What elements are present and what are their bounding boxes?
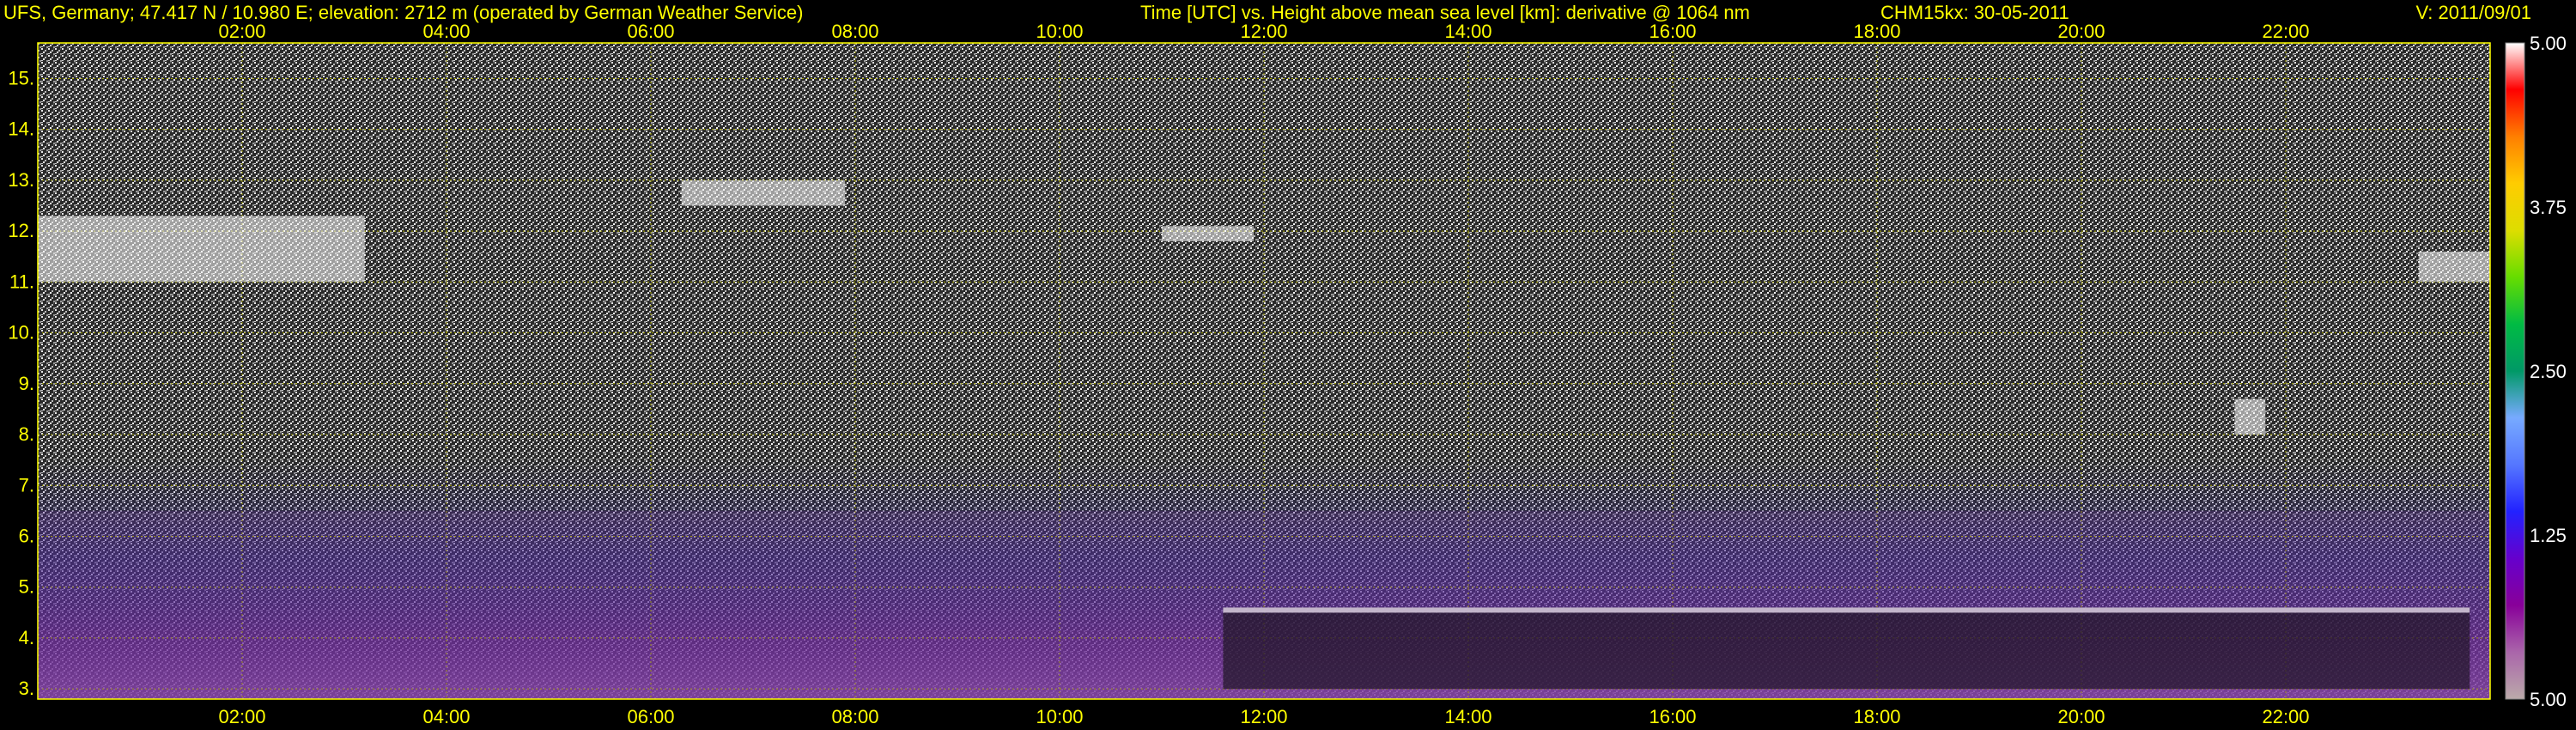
colorbar-label: 1.25 <box>2530 525 2567 546</box>
x-tick-label-bottom: 06:00 <box>627 706 674 727</box>
x-tick-label-top: 14:00 <box>1444 21 1492 42</box>
colorbar-label: 5.00 <box>2530 689 2567 710</box>
x-tick-label-top: 12:00 <box>1240 21 1287 42</box>
x-tick-label-top: 22:00 <box>2262 21 2309 42</box>
colorbar-scale <box>2505 42 2525 700</box>
colorbar: 5.00 3.75 2.50 1.25 5.00 <box>2505 33 2567 710</box>
x-tick-label-bottom: 02:00 <box>218 706 265 727</box>
x-tick-label-top: 06:00 <box>627 21 674 42</box>
x-tick-label-top: 18:00 <box>1853 21 1900 42</box>
x-tick-label-bottom: 22:00 <box>2262 706 2309 727</box>
x-tick-label-top: 08:00 <box>831 21 878 42</box>
feature-0 <box>38 216 365 283</box>
lidar-quicklook-chart: 02:00 02:00 04:00 04:00 06:00 06:00 08:00 08:00… <box>8 21 2567 727</box>
x-tick-label-top: 04:00 <box>422 21 470 42</box>
x-tick-label-top: 16:00 <box>1649 21 1696 42</box>
x-tick-label-top: 20:00 <box>2057 21 2105 42</box>
colorbar-label: 3.75 <box>2530 197 2567 218</box>
colorbar-label: 5.00 <box>2530 33 2567 54</box>
feature-5 <box>2418 251 2490 283</box>
colorbar-label: 2.50 <box>2530 361 2567 382</box>
y-tick-label: 8. <box>19 423 34 445</box>
y-tick-label: 3. <box>19 678 34 699</box>
x-tick-label-bottom: 16:00 <box>1649 706 1696 727</box>
x-tick-label-bottom: 04:00 <box>422 706 470 727</box>
x-tick-label-bottom: 20:00 <box>2057 706 2105 727</box>
feature-4 <box>2234 398 2266 435</box>
x-tick-label-bottom: 14:00 <box>1444 706 1492 727</box>
y-tick-label: 6. <box>19 525 34 546</box>
y-tick-label: 4. <box>19 627 34 648</box>
feature-6 <box>38 510 2490 699</box>
x-tick-label-top: 02:00 <box>218 21 265 42</box>
y-tick-label: 14. <box>8 119 34 140</box>
y-tick-label: 12. <box>8 220 34 241</box>
x-tick-label-bottom: 10:00 <box>1036 706 1083 727</box>
y-tick-label: 7. <box>19 474 34 496</box>
x-tick-label-bottom: 12:00 <box>1240 706 1287 727</box>
y-tick-label: 15. <box>8 67 34 88</box>
y-tick-label: 13. <box>8 169 34 191</box>
y-tick-label: 11. <box>9 271 34 292</box>
x-tick-label-top: 10:00 <box>1036 21 1083 42</box>
x-tick-label-bottom: 08:00 <box>831 706 878 727</box>
y-tick-label: 9. <box>19 373 34 394</box>
feature-1 <box>681 179 846 206</box>
feature-2 <box>1162 226 1255 241</box>
y-tick-label: 10. <box>8 322 34 344</box>
x-tick-label-bottom: 18:00 <box>1853 706 1900 727</box>
y-tick-label: 5. <box>19 576 34 598</box>
